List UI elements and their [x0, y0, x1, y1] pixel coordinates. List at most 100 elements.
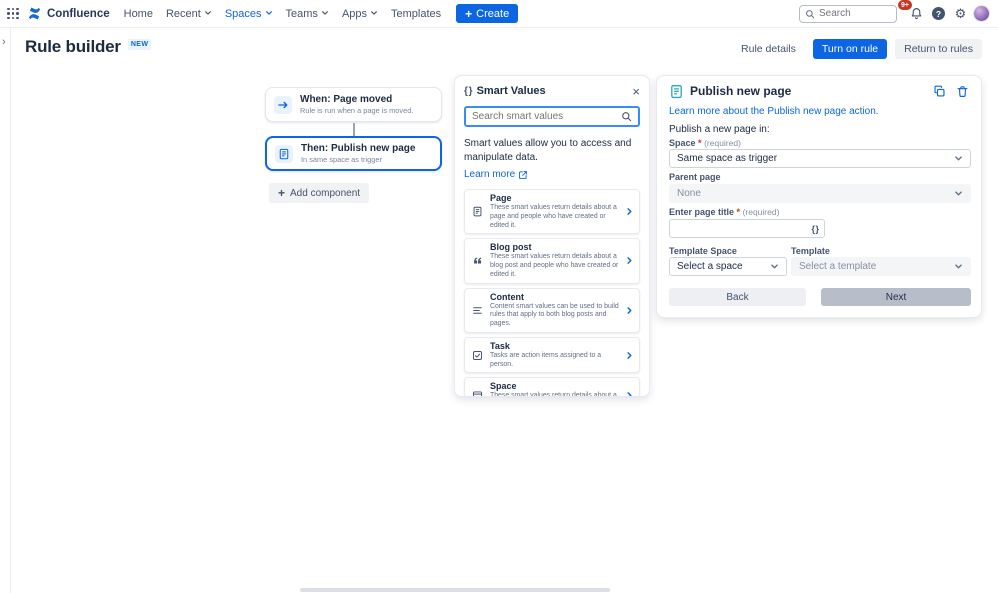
chevron-right-icon: [625, 256, 634, 265]
smart-value-item-blog-post[interactable]: Blog post These smart values return deta…: [464, 238, 640, 283]
next-button[interactable]: Next: [821, 288, 971, 306]
page-title-field[interactable]: { }: [669, 219, 825, 238]
required-note: (required): [704, 138, 741, 148]
smart-value-item-page[interactable]: Page These smart values return details a…: [464, 189, 640, 234]
template-space-label: Template Space: [669, 246, 737, 256]
checkbox-icon: [471, 350, 484, 361]
braces-icon: { }: [464, 86, 472, 97]
align-left-icon: [471, 305, 484, 316]
smart-value-description: These smart values return details about …: [490, 253, 619, 279]
top-nav: Confluence Home Recent Spaces Teams Apps…: [0, 0, 998, 28]
nav-spaces-label: Spaces: [225, 8, 262, 20]
smart-value-description: Tasks are action items assigned to a per…: [490, 352, 619, 370]
gear-icon: ⚙: [955, 7, 967, 20]
nav-spaces[interactable]: Spaces: [225, 8, 273, 20]
horizontal-scrollbar[interactable]: [300, 588, 610, 592]
nav-teams-label: Teams: [286, 8, 318, 20]
create-button[interactable]: + Create: [456, 4, 518, 23]
rule-details-button[interactable]: Rule details: [732, 39, 805, 59]
chevron-down-icon: [321, 8, 329, 20]
smart-values-search-input[interactable]: [472, 111, 621, 122]
nav-recent[interactable]: Recent: [166, 8, 212, 20]
nav-recent-label: Recent: [166, 8, 201, 20]
action-subtitle: In same space as trigger: [301, 155, 415, 164]
smart-value-title: Page: [490, 193, 619, 203]
required-note: (required): [743, 207, 780, 217]
chevron-down-icon: [370, 8, 378, 20]
expand-sidebar-button[interactable]: ›: [2, 37, 6, 48]
global-search[interactable]: [799, 5, 897, 23]
add-component-button[interactable]: + Add component: [269, 183, 369, 203]
user-avatar[interactable]: [973, 5, 990, 22]
trigger-title: When: Page moved: [300, 94, 413, 105]
template-select[interactable]: Select a template: [791, 257, 971, 276]
back-button[interactable]: Back: [669, 288, 806, 306]
trigger-card-page-moved[interactable]: When: Page moved Rule is run when a page…: [265, 87, 442, 122]
create-button-label: Create: [476, 8, 509, 20]
smart-value-item-space[interactable]: Space These smart values return details …: [464, 377, 640, 397]
smart-value-description: These smart values return details about …: [490, 204, 619, 230]
external-link-icon: [518, 170, 528, 180]
nav-teams[interactable]: Teams: [286, 8, 329, 20]
search-icon: [805, 9, 815, 19]
braces-icon[interactable]: { }: [811, 224, 818, 234]
smart-values-search[interactable]: [464, 106, 640, 127]
duplicate-icon[interactable]: [933, 85, 946, 98]
nav-home[interactable]: Home: [124, 8, 153, 20]
header-actions: Rule details Turn on rule Return to rule…: [732, 39, 982, 59]
notifications-button[interactable]: 9+: [907, 4, 926, 23]
flow-connector: [353, 123, 355, 136]
collapsed-sidebar: ›: [0, 28, 11, 593]
trash-icon[interactable]: [956, 85, 969, 98]
chevron-down-icon: [954, 154, 963, 163]
trigger-subtitle: Rule is run when a page is moved.: [300, 106, 413, 115]
page-icon: [471, 206, 484, 217]
nav-templates[interactable]: Templates: [391, 8, 441, 20]
config-header: Publish new page: [669, 82, 969, 100]
help-button[interactable]: ?: [929, 4, 948, 23]
help-icon: ?: [932, 7, 945, 20]
config-intro: Publish a new page in:: [669, 124, 770, 135]
action-learn-more-link[interactable]: Learn more about the Publish new page ac…: [669, 106, 879, 117]
chevron-right-icon: [625, 391, 634, 397]
smart-value-description: Content smart values can be used to buil…: [490, 303, 619, 329]
nav-apps[interactable]: Apps: [342, 8, 378, 20]
smart-values-header: { } Smart Values ×: [464, 83, 640, 99]
smart-value-item-task[interactable]: Task Tasks are action items assigned to …: [464, 337, 640, 374]
smart-value-description: These smart values return details about …: [490, 392, 619, 397]
space-label-text: Space: [669, 138, 696, 148]
publish-page-icon: [669, 84, 684, 99]
chevron-right-icon: [625, 207, 634, 216]
settings-button[interactable]: ⚙: [951, 4, 970, 23]
page-header: Rule builder NEW: [25, 37, 151, 57]
chevron-down-icon: [954, 189, 963, 198]
global-search-input[interactable]: [819, 8, 891, 19]
publish-new-page-panel: Publish new page Learn more about the Pu…: [656, 75, 982, 318]
page-icon: [275, 145, 293, 163]
space-select[interactable]: Same space as trigger: [669, 149, 971, 168]
template-space-select[interactable]: Select a space: [669, 257, 787, 276]
smart-value-item-content[interactable]: Content Content smart values can be used…: [464, 288, 640, 333]
action-title: Then: Publish new page: [301, 143, 415, 154]
return-to-rules-button[interactable]: Return to rules: [895, 39, 982, 59]
page-title-input[interactable]: [676, 223, 811, 234]
learn-more-link[interactable]: Learn more: [464, 169, 528, 180]
close-icon[interactable]: ×: [632, 85, 640, 98]
action-card-publish-new-page[interactable]: Then: Publish new page In same space as …: [265, 136, 442, 171]
notification-badge: 9+: [898, 0, 912, 10]
nav-home-label: Home: [124, 8, 153, 20]
parent-page-select[interactable]: None: [669, 184, 971, 203]
turn-on-rule-button[interactable]: Turn on rule: [813, 39, 887, 59]
space-label: Space * (required): [669, 138, 741, 148]
app-switcher-icon[interactable]: [6, 7, 20, 21]
new-badge: NEW: [128, 39, 152, 50]
parent-page-label: Parent page: [669, 172, 721, 182]
frame-icon: [471, 390, 484, 397]
smart-values-description: Smart values allow you to access and man…: [464, 137, 640, 164]
page-title: Rule builder: [25, 37, 121, 57]
page-title-label: Enter page title * (required): [669, 207, 779, 217]
nav-apps-label: Apps: [342, 8, 367, 20]
page-title-label-text: Enter page title: [669, 207, 734, 217]
template-label: Template: [791, 246, 830, 256]
parent-page-select-value: None: [677, 188, 701, 199]
